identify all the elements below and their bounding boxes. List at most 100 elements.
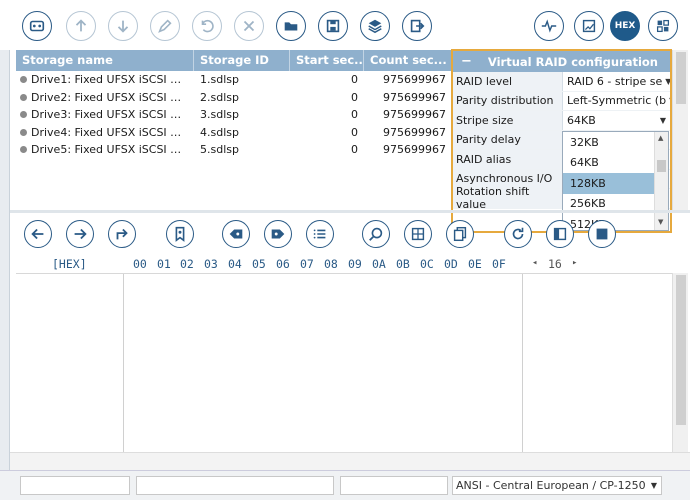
panel-toggle-button[interactable] — [546, 220, 574, 248]
prev-tag-button[interactable] — [222, 220, 250, 248]
scrollbar-thumb[interactable] — [676, 275, 686, 425]
hex-offset: 0A — [372, 257, 386, 271]
forward-button[interactable] — [66, 220, 94, 248]
arrow-up-icon — [75, 19, 87, 32]
layers-button[interactable] — [360, 11, 390, 41]
exit-button[interactable] — [402, 11, 432, 41]
count-sector-cell: 975699967 — [383, 143, 446, 157]
save-button[interactable] — [318, 11, 348, 41]
dropdown-arrow-icon: ▼ — [669, 96, 670, 105]
status-field — [136, 476, 334, 495]
table-row[interactable]: Drive4: Fixed UFSX iSCSI UFS... 4.sdlsp … — [16, 124, 452, 142]
hex-offset: 05 — [252, 257, 266, 271]
raid-level-select[interactable]: RAID 6 - stripe se ▼ — [563, 75, 670, 88]
storage-name-cell: Drive5: Fixed UFSX iSCSI UFS... — [16, 143, 194, 156]
copy-icon — [453, 226, 467, 242]
tag-right-icon — [271, 229, 285, 239]
storage-id-cell: 4.sdlsp — [200, 125, 239, 139]
hex-offset: 0E — [468, 257, 482, 271]
parity-distribution-row: Parity distribution Left-Symmetric (b▼ — [453, 91, 670, 111]
search-button[interactable] — [362, 220, 390, 248]
next-tag-button[interactable] — [264, 220, 292, 248]
table-row[interactable]: Drive3: Fixed UFSX iSCSI UFS... 3.sdlsp … — [16, 106, 452, 124]
scrollbar-thumb[interactable] — [676, 52, 686, 104]
exit-icon — [410, 19, 425, 33]
column-count-sector[interactable]: Count sec... — [364, 50, 452, 71]
dropdown-option-selected[interactable]: 128KB — [563, 173, 668, 194]
hex-horizontal-scrollbar[interactable] — [10, 452, 690, 470]
bytes-per-row: 16 — [548, 257, 562, 271]
table-row[interactable]: Drive5: Fixed UFSX iSCSI UFS... 5.sdlsp … — [16, 141, 452, 159]
remove-button[interactable] — [234, 11, 264, 41]
parity-distribution-label: Parity distribution — [453, 91, 563, 110]
column-storage-id[interactable]: Storage ID — [194, 50, 290, 71]
refresh-icon — [512, 227, 524, 240]
stripe-size-row: Stripe size 64KB ▼ — [453, 111, 670, 131]
scan-button[interactable] — [22, 11, 52, 41]
start-sector-cell: 0 — [351, 125, 358, 139]
column-storage-name[interactable]: Storage name — [16, 50, 194, 71]
table-row[interactable]: Drive2: Fixed UFSX iSCSI UFS... 2.sdlsp … — [16, 89, 452, 107]
width-decrease-icon[interactable]: ◂ — [532, 258, 537, 268]
refresh-button[interactable] — [504, 220, 532, 248]
status-dot-icon — [20, 146, 27, 154]
undo-button[interactable] — [192, 11, 222, 41]
storage-id-cell: 3.sdlsp — [200, 108, 239, 122]
count-sector-cell: 975699967 — [383, 90, 446, 104]
start-sector-cell: 0 — [351, 143, 358, 157]
table-row[interactable]: Drive1: Fixed UFSX iSCSI UFS... 1.sdlsp … — [16, 71, 452, 89]
scroll-up-icon[interactable]: ▲ — [658, 134, 663, 142]
dropdown-option[interactable]: 32KB — [563, 132, 668, 153]
stripe-size-select[interactable]: 64KB ▼ — [563, 114, 670, 127]
undo-icon — [201, 19, 214, 33]
copy-button[interactable] — [446, 220, 474, 248]
status-dot-icon — [20, 93, 27, 101]
dropdown-arrow-icon: ▼ — [650, 481, 657, 490]
open-button[interactable] — [276, 11, 306, 41]
collapse-icon[interactable]: − — [461, 54, 472, 69]
search-icon — [369, 227, 383, 241]
grid-view-button[interactable] — [648, 11, 678, 41]
raid-level-row: RAID level RAID 6 - stripe se ▼ — [453, 72, 670, 92]
hex-view-button[interactable]: HEX — [610, 11, 640, 41]
hex-offset: 07 — [300, 257, 314, 271]
save-icon — [326, 19, 340, 33]
close-icon — [243, 20, 255, 32]
hex-offset: 0D — [444, 257, 458, 271]
start-sector-cell: 0 — [351, 73, 358, 87]
move-down-button[interactable] — [108, 11, 138, 41]
chart-button[interactable] — [574, 11, 604, 41]
hex-offset: 01 — [157, 257, 171, 271]
layout-button[interactable] — [404, 220, 432, 248]
goto-button[interactable] — [108, 220, 136, 248]
hex-offset: 00 — [133, 257, 147, 271]
raid-panel-title: − Virtual RAID configuration — [453, 51, 670, 72]
status-dot-icon — [20, 111, 27, 119]
back-button[interactable] — [24, 220, 52, 248]
waveform-button[interactable] — [534, 11, 564, 41]
hex-mode-label: [HEX] — [52, 257, 87, 271]
encoding-select[interactable]: ANSI - Central European / CP-1250 ▼ — [452, 476, 662, 495]
column-start-sector[interactable]: Start sec... — [290, 50, 364, 71]
status-dot-icon — [20, 76, 27, 84]
edit-button[interactable] — [150, 11, 180, 41]
folder-open-icon — [284, 22, 298, 31]
width-increase-icon[interactable]: ▸ — [572, 258, 577, 268]
hex-editor-area[interactable] — [16, 273, 672, 470]
move-up-button[interactable] — [66, 11, 96, 41]
parity-distribution-select[interactable]: Left-Symmetric (b▼ — [563, 94, 670, 107]
right-vertical-scrollbar[interactable] — [672, 50, 688, 210]
list-button[interactable] — [306, 220, 334, 248]
export-button[interactable] — [588, 220, 616, 248]
grid-icon — [656, 19, 670, 33]
dropdown-option[interactable]: 64KB — [563, 153, 668, 174]
main-toolbar: HEX — [0, 0, 690, 50]
hex-offset: 08 — [324, 257, 338, 271]
storage-name-cell: Drive3: Fixed UFSX iSCSI UFS... — [16, 108, 194, 121]
scrollbar-thumb[interactable] — [657, 160, 666, 172]
count-sector-cell: 975699967 — [383, 108, 446, 122]
bookmark-button[interactable] — [166, 220, 194, 248]
panel-splitter[interactable] — [10, 210, 690, 213]
hex-vertical-scrollbar[interactable] — [672, 273, 688, 469]
storage-id-cell: 2.sdlsp — [200, 90, 239, 104]
